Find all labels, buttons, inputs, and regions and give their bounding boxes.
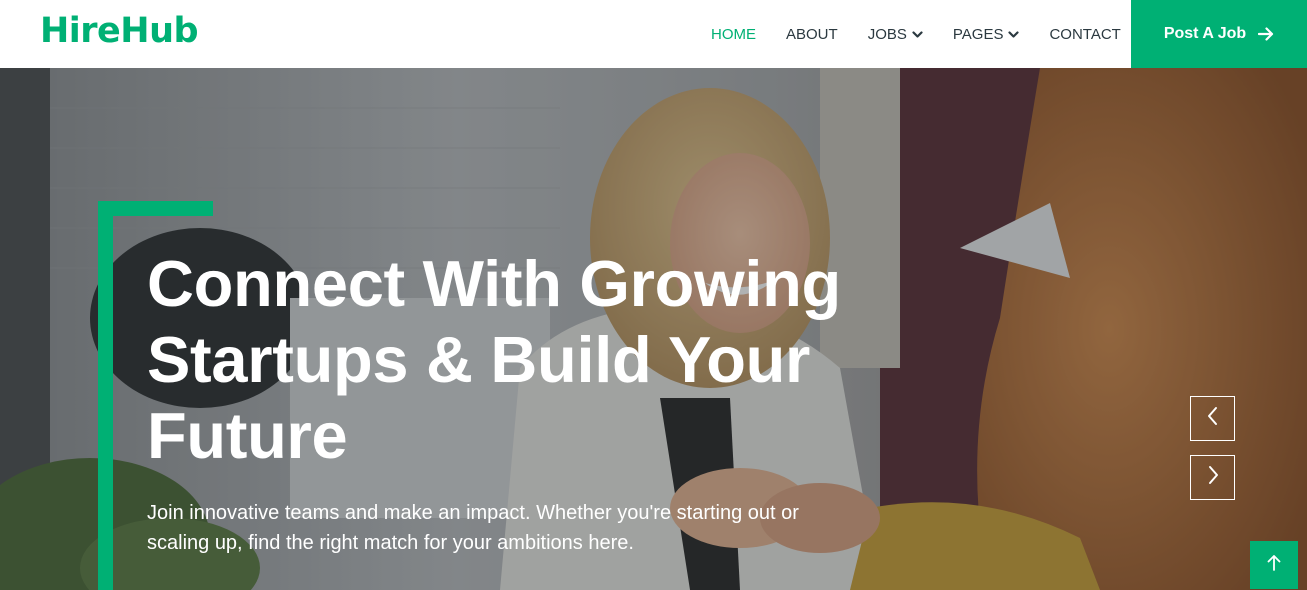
nav-item-label: JOBS xyxy=(867,25,907,43)
chevron-down-icon xyxy=(912,29,923,40)
hero-title-line: Future xyxy=(147,399,348,472)
nav-item-about[interactable]: ABOUT xyxy=(772,0,852,68)
post-job-button[interactable]: Post A Job xyxy=(1131,0,1307,68)
nav-item-pages[interactable]: PAGES xyxy=(939,0,1034,68)
hero-title-line: Startups & Build Your xyxy=(147,323,810,396)
nav-item-label: PAGES xyxy=(952,25,1004,43)
accent-bar-vertical xyxy=(98,201,113,590)
brand-logo[interactable]: HireHub xyxy=(40,9,199,53)
back-to-top-button[interactable] xyxy=(1250,541,1298,589)
nav-item-label: ABOUT xyxy=(786,25,838,43)
carousel-next-button[interactable] xyxy=(1190,455,1235,500)
hero-subtitle: Join innovative teams and make an impact… xyxy=(147,498,827,558)
accent-bar-horizontal xyxy=(98,201,213,216)
nav-item-label: HOME xyxy=(711,25,756,43)
navbar: HireHub HOME ABOUT JOBS PAGES CONTACT Po… xyxy=(0,0,1307,68)
hero-subtitle-line: scaling up, find the right match for you… xyxy=(147,532,634,554)
hero-title: Connect With Growing Startups & Build Yo… xyxy=(147,246,907,474)
chevron-left-icon xyxy=(1206,406,1220,431)
nav-item-jobs[interactable]: JOBS xyxy=(854,0,937,68)
nav-item-contact[interactable]: CONTACT xyxy=(1035,0,1134,68)
chevron-down-icon xyxy=(1008,29,1020,40)
arrow-up-icon xyxy=(1267,554,1281,577)
post-job-label: Post A Job xyxy=(1163,25,1247,42)
chevron-right-icon xyxy=(1206,465,1220,490)
nav-item-home[interactable]: HOME xyxy=(697,0,770,68)
nav-item-label: CONTACT xyxy=(1049,25,1121,43)
hero-subtitle-line: Join innovative teams and make an impact… xyxy=(147,502,799,524)
arrow-right-icon xyxy=(1258,27,1274,41)
hero-carousel: Connect With Growing Startups & Build Yo… xyxy=(0,68,1307,590)
hero-title-line: Connect With Growing xyxy=(147,247,841,320)
main-nav: HOME ABOUT JOBS PAGES CONTACT xyxy=(697,0,1137,68)
carousel-prev-button[interactable] xyxy=(1190,396,1235,441)
